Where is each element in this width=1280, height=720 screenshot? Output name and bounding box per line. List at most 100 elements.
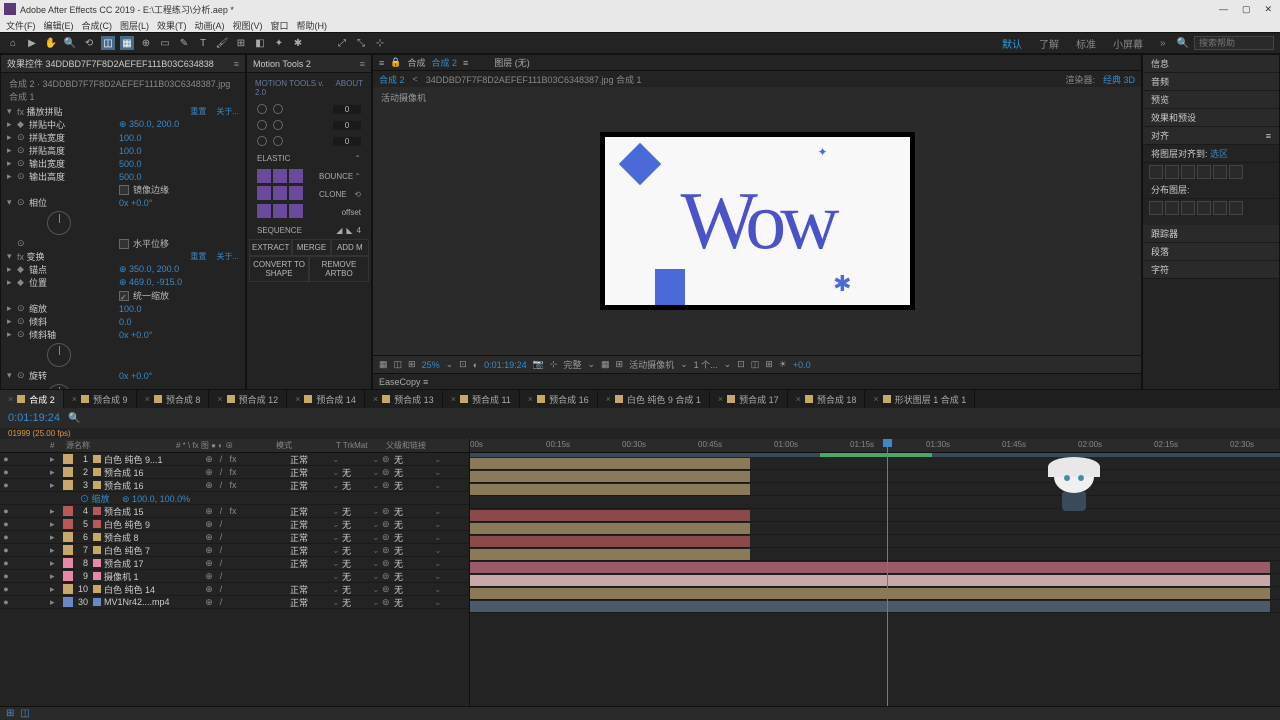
layer-row[interactable]: ● ▸ 9 摄像机 1 ⊕/ ⌄ 无⌄ ⊚ 无⌄: [0, 570, 469, 583]
timeline-tab[interactable]: ×预合成 13: [365, 390, 443, 408]
pickwhip-icon[interactable]: ⊚: [382, 597, 394, 608]
track[interactable]: [470, 457, 1280, 470]
puppet-tool-icon[interactable]: ✱: [291, 36, 305, 50]
menu-view[interactable]: 视图(V): [233, 19, 263, 32]
layer-name[interactable]: 白色 纯色 9: [104, 518, 204, 531]
twirl-icon[interactable]: ▸: [7, 119, 17, 130]
paragraph-tab[interactable]: 段落: [1143, 243, 1279, 261]
close-tab-icon[interactable]: ×: [145, 394, 150, 404]
prop-value[interactable]: ⊕ 350.0, 200.0: [119, 264, 179, 275]
twirl-icon[interactable]: ▸: [7, 277, 17, 288]
stopwatch-icon[interactable]: ⊙: [80, 494, 89, 504]
stopwatch-icon[interactable]: ◆: [17, 277, 29, 288]
close-tab-icon[interactable]: ×: [373, 394, 378, 404]
toggle-icon[interactable]: ⊞: [6, 708, 14, 719]
help-search-input[interactable]: [1194, 36, 1274, 50]
orbit-tool-icon[interactable]: ⟲: [82, 36, 96, 50]
menu-window[interactable]: 窗口: [271, 19, 289, 32]
dist-icon[interactable]: [1149, 201, 1163, 215]
axis-world-icon[interactable]: ⤡: [354, 36, 368, 50]
stopwatch-icon[interactable]: ⊙: [17, 316, 29, 327]
visibility-icon[interactable]: ●: [0, 467, 12, 477]
layer-name[interactable]: 预合成 16: [104, 479, 204, 492]
blend-mode[interactable]: 正常: [290, 505, 332, 518]
track[interactable]: [470, 535, 1280, 548]
snapshot-icon[interactable]: 📷: [533, 359, 544, 370]
align-right-icon[interactable]: [1181, 165, 1195, 179]
close-tab-icon[interactable]: ×: [72, 394, 77, 404]
label-color[interactable]: [63, 558, 73, 568]
dropdown-icon[interactable]: ⌄: [724, 359, 732, 370]
about-link[interactable]: 关于...: [216, 106, 239, 117]
layer-row[interactable]: ● ▸ 2 预合成 16 ⊕/fx 正常⌄ 无⌄ ⊚ 无⌄: [0, 466, 469, 479]
label-color[interactable]: [63, 597, 73, 607]
crumb-comp[interactable]: 合成 2: [379, 73, 405, 86]
layer-bar[interactable]: [470, 575, 1270, 586]
layer-bar[interactable]: [470, 601, 1270, 612]
motion-tools-tab[interactable]: Motion Tools 2: [253, 59, 311, 69]
playhead[interactable]: [887, 439, 888, 706]
twirl-icon[interactable]: ▸: [7, 303, 17, 314]
viewer-tab-name[interactable]: 合成 2: [432, 56, 458, 69]
pickwhip-icon[interactable]: ⊚: [382, 532, 394, 543]
visibility-icon[interactable]: ●: [0, 480, 12, 490]
effects-tab[interactable]: 效果控件 34DDBD7F7F8D2AEFEF111B03C634838: [7, 57, 214, 70]
workspace-more-icon[interactable]: »: [1154, 38, 1172, 49]
mask-icon[interactable]: ◫: [394, 359, 403, 370]
panel-menu-icon[interactable]: ≡: [234, 59, 239, 69]
mt-about[interactable]: ABOUT: [335, 79, 363, 97]
dist-icon[interactable]: [1213, 201, 1227, 215]
twirl-icon[interactable]: ▸: [7, 264, 17, 275]
trkmat[interactable]: 无: [342, 596, 372, 609]
toggle-icon[interactable]: ⊞: [765, 359, 773, 370]
seq-val[interactable]: 4: [357, 226, 361, 235]
search-icon[interactable]: 🔍: [1177, 38, 1189, 49]
track[interactable]: [470, 509, 1280, 522]
layer-bar[interactable]: [470, 588, 1270, 599]
menu-file[interactable]: 文件(F): [6, 19, 36, 32]
channel-icon[interactable]: ◐: [473, 360, 478, 370]
menu-effect[interactable]: 效果(T): [157, 19, 187, 32]
parent[interactable]: 无: [394, 544, 434, 557]
blend-mode[interactable]: 正常: [290, 453, 332, 466]
dist-icon[interactable]: [1197, 201, 1211, 215]
layer-bar[interactable]: [470, 523, 750, 534]
preview-tab[interactable]: 预览: [1143, 91, 1279, 109]
search-icon[interactable]: 🔍: [68, 413, 80, 424]
mt-radio[interactable]: [273, 136, 283, 146]
track[interactable]: [470, 483, 1280, 496]
timeline-tab[interactable]: ×形状图层 1 合成 1: [865, 390, 975, 408]
layer-row[interactable]: ● ▸ 3 预合成 16 ⊕/fx 正常⌄ 无⌄ ⊚ 无⌄: [0, 479, 469, 492]
track[interactable]: [470, 561, 1280, 574]
home-icon[interactable]: ⌂: [6, 36, 20, 50]
twirl-icon[interactable]: ▸: [50, 467, 60, 478]
timeline-tab[interactable]: ×预合成 16: [520, 390, 598, 408]
views-select[interactable]: 1 个...: [694, 358, 718, 371]
stopwatch-icon[interactable]: ◆: [17, 264, 29, 275]
dropdown-icon[interactable]: ⌄: [587, 359, 595, 370]
twirl-icon[interactable]: ▸: [7, 132, 17, 143]
blend-mode[interactable]: 正常: [290, 583, 332, 596]
menu-anim[interactable]: 动画(A): [195, 19, 225, 32]
parent[interactable]: 无: [394, 583, 434, 596]
shape-tool-icon[interactable]: ▭: [158, 36, 172, 50]
twirl-icon[interactable]: ▸: [7, 171, 17, 182]
close-tab-icon[interactable]: ×: [451, 394, 456, 404]
layer-bar[interactable]: [470, 562, 1270, 573]
trkmat[interactable]: 无: [342, 544, 372, 557]
parent[interactable]: 无: [394, 505, 434, 518]
align-left-icon[interactable]: [1149, 165, 1163, 179]
current-time[interactable]: 0:01:19:24: [8, 412, 60, 424]
track[interactable]: [470, 496, 1280, 509]
prop-value[interactable]: 0.0: [119, 317, 132, 327]
timeline-tab[interactable]: ×预合成 14: [287, 390, 365, 408]
remove-button[interactable]: REMOVE ARTBO: [309, 256, 369, 282]
layer-name[interactable]: 白色 纯色 14: [104, 583, 204, 596]
prop-value[interactable]: 500.0: [119, 159, 142, 169]
prop-value[interactable]: ⊕ 350.0, 200.0: [119, 119, 179, 130]
prop-value[interactable]: 100.0: [119, 304, 142, 314]
rotate-dial[interactable]: [47, 384, 71, 389]
phase-dial[interactable]: [47, 211, 71, 235]
toggle-icon[interactable]: ◫: [20, 708, 29, 719]
stopwatch-icon[interactable]: ⊙: [17, 329, 29, 340]
